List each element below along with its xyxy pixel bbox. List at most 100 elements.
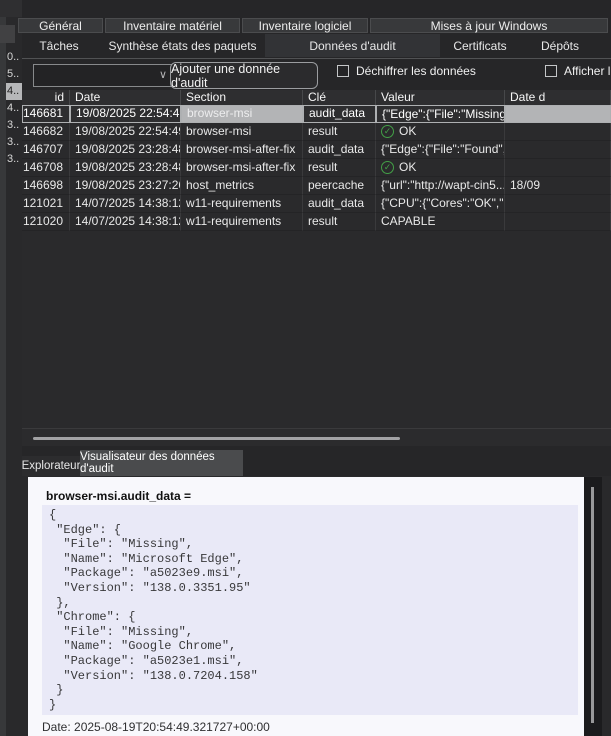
cell-section[interactable]: host_metrics — [181, 177, 303, 195]
column-header-date-d[interactable]: Date d — [505, 90, 611, 105]
cell-date[interactable]: 19/08/2025 23:27:26 — [70, 177, 181, 195]
tab-general[interactable]: Général — [18, 18, 103, 33]
tab-explorateur[interactable]: Explorateur — [22, 456, 80, 476]
table-row[interactable]: 12102014/07/2025 14:38:12w11-requirement… — [22, 213, 611, 231]
cell-key[interactable]: audit_data — [303, 141, 376, 159]
cell-date[interactable]: 19/08/2025 22:54:49 — [70, 105, 181, 123]
table-row[interactable]: 14670819/08/2025 23:28:48browser-msi-aft… — [22, 159, 611, 177]
chevron-down-icon: ∨ — [159, 70, 167, 81]
left-cut-column: 0..5..4..4..3..3..3.. — [0, 0, 22, 736]
cell-id[interactable]: 146682 — [22, 123, 70, 141]
column-header-valeur[interactable]: Valeur — [376, 90, 505, 105]
show-data-checkbox[interactable] — [545, 65, 557, 77]
main-tab-bar: GénéralInventaire matérielInventaire log… — [18, 18, 610, 33]
cell-section[interactable]: browser-msi-after-fix — [181, 159, 303, 177]
cell-date[interactable]: 14/07/2025 14:38:12 — [70, 213, 181, 231]
cell-value[interactable]: {"url":"http://wapt-cin5... — [376, 177, 505, 195]
cell-section[interactable]: browser-msi — [181, 105, 303, 123]
vertical-scrollbar[interactable] — [584, 477, 602, 736]
tab-taches[interactable]: Tâches — [18, 34, 100, 57]
host-list-item[interactable]: 4.. — [6, 100, 22, 117]
decrypt-data-checkbox-row: Déchiffrer les données — [337, 63, 476, 79]
cell-date2[interactable]: 18/09 — [505, 177, 611, 195]
cell-id[interactable]: 146681 — [22, 105, 70, 123]
tab-certificats[interactable]: Certificats — [440, 34, 520, 57]
panel-top-border — [22, 58, 611, 59]
cell-section[interactable]: w11-requirements — [181, 195, 303, 213]
host-list-item[interactable]: 5.. — [6, 66, 22, 83]
cell-value[interactable]: {"Edge":{"File":"Missing... — [376, 105, 505, 123]
cell-date2[interactable] — [505, 105, 611, 123]
cell-value-text: {"Edge":{"File":"Missing... — [382, 107, 505, 122]
tab-inventaire-logiciel[interactable]: Inventaire logiciel — [242, 18, 368, 33]
column-header-section[interactable]: Section — [181, 90, 303, 105]
show-data-label: Afficher l — [564, 64, 610, 78]
cell-value[interactable]: CAPABLE — [376, 213, 505, 231]
ok-check-icon: ✓ — [381, 125, 394, 138]
bottom-panel: browser-msi.audit_data = { "Edge": { "Fi… — [22, 476, 611, 736]
table-row[interactable]: 14669819/08/2025 23:27:26host_metricspee… — [22, 177, 611, 195]
column-header-id[interactable]: id — [22, 90, 70, 105]
ok-check-icon: ✓ — [381, 161, 394, 174]
cell-date2[interactable] — [505, 213, 611, 231]
cell-value[interactable]: ✓ OK — [376, 123, 505, 141]
vertical-scrollbar-thumb[interactable] — [591, 487, 594, 723]
cell-value-text: {"url":"http://wapt-cin5... — [381, 177, 505, 194]
cell-value-text: OK — [399, 123, 416, 140]
cell-key[interactable]: result — [303, 123, 376, 141]
table-header-row: idDateSectionCléValeurDate d — [22, 90, 611, 105]
cell-id[interactable]: 146707 — [22, 141, 70, 159]
cell-section[interactable]: w11-requirements — [181, 213, 303, 231]
cell-value[interactable]: {"CPU":{"Cores":"OK","... — [376, 195, 505, 213]
cell-date[interactable]: 14/07/2025 14:38:12 — [70, 195, 181, 213]
cell-key[interactable]: result — [303, 159, 376, 177]
tab-explorateur-label: Explorateur — [22, 460, 81, 472]
cell-value-text: OK — [399, 159, 416, 176]
host-list-item[interactable]: 4.. — [6, 83, 22, 100]
host-list-item[interactable]: 3.. — [6, 134, 22, 151]
tab-donnees-d-audit[interactable]: Données d'audit — [265, 34, 440, 57]
cell-section[interactable]: browser-msi-after-fix — [181, 141, 303, 159]
cell-section[interactable]: browser-msi — [181, 123, 303, 141]
tab-visualisateur-donnees-audit[interactable]: Visualisateur des données d'audit — [80, 450, 243, 476]
cell-date[interactable]: 19/08/2025 22:54:49 — [70, 123, 181, 141]
column-header-date[interactable]: Date — [70, 90, 181, 105]
table-row[interactable]: 14670719/08/2025 23:28:48browser-msi-aft… — [22, 141, 611, 159]
cell-value[interactable]: {"Edge":{"File":"Found",... — [376, 141, 505, 159]
tab-mises-a-jour-windows[interactable]: Mises à jour Windows — [370, 18, 608, 33]
horizontal-scrollbar[interactable] — [22, 428, 611, 446]
viewer-title: browser-msi.audit_data = — [46, 489, 191, 503]
table-body: 14668119/08/2025 22:54:49browser-msiaudi… — [22, 105, 611, 231]
host-id-list: 0..5..4..4..3..3..3.. — [6, 49, 22, 168]
cell-key[interactable]: peercache — [303, 177, 376, 195]
column-header-cle[interactable]: Clé — [303, 90, 376, 105]
cell-id[interactable]: 146698 — [22, 177, 70, 195]
cell-date2[interactable] — [505, 195, 611, 213]
cell-id[interactable]: 146708 — [22, 159, 70, 177]
cell-date2[interactable] — [505, 159, 611, 177]
cell-date2[interactable] — [505, 123, 611, 141]
cell-key[interactable]: audit_data — [303, 105, 376, 123]
table-row[interactable]: 12102114/07/2025 14:38:12w11-requirement… — [22, 195, 611, 213]
viewer-date-line: Date: 2025-08-19T20:54:49.321727+00:00 — [42, 720, 270, 734]
cell-value-text: {"CPU":{"Cores":"OK","... — [381, 195, 505, 212]
table-row[interactable]: 14668119/08/2025 22:54:49browser-msiaudi… — [22, 105, 611, 123]
table-row[interactable]: 14668219/08/2025 22:54:49browser-msiresu… — [22, 123, 611, 141]
host-list-item[interactable]: 3.. — [6, 117, 22, 134]
cell-key[interactable]: result — [303, 213, 376, 231]
host-list-item[interactable]: 3.. — [6, 151, 22, 168]
tab-depots[interactable]: Dépôts — [520, 34, 600, 57]
cell-date[interactable]: 19/08/2025 23:28:48 — [70, 159, 181, 177]
decrypt-data-checkbox[interactable] — [337, 65, 349, 77]
cell-date[interactable]: 19/08/2025 23:28:48 — [70, 141, 181, 159]
cell-id[interactable]: 121020 — [22, 213, 70, 231]
cell-date2[interactable] — [505, 141, 611, 159]
audit-filter-combobox[interactable]: ∨ — [33, 64, 174, 87]
cell-key[interactable]: audit_data — [303, 195, 376, 213]
add-audit-data-button[interactable]: Ajouter une donnée d'audit — [170, 62, 318, 89]
tab-inventaire-materiel[interactable]: Inventaire matériel — [105, 18, 240, 33]
cell-id[interactable]: 121021 — [22, 195, 70, 213]
horizontal-scrollbar-thumb[interactable] — [33, 437, 400, 440]
tab-synthese-etats-des-paquets[interactable]: Synthèse états des paquets — [100, 34, 265, 57]
cell-value[interactable]: ✓ OK — [376, 159, 505, 177]
